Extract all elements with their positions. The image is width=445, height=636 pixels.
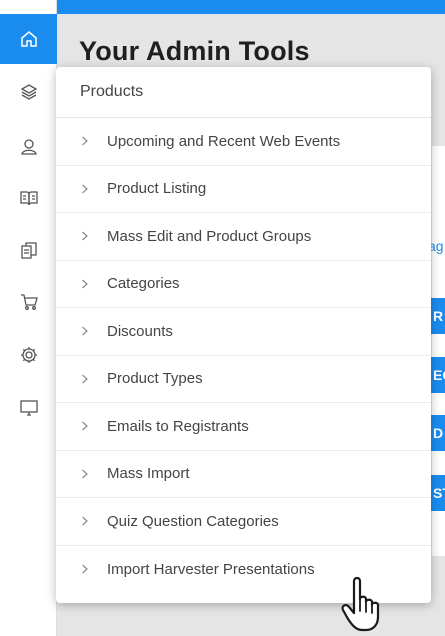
chevron-right-icon [81,326,107,336]
sidebar-item-products[interactable] [0,67,57,117]
products-menu-panel: Products Upcoming and Recent Web Events P… [56,67,431,603]
menu-item-label: Product Listing [107,180,207,198]
top-bar [0,0,445,14]
menu-item[interactable]: Product Types [56,356,431,403]
chevron-right-icon [81,421,107,431]
gear-icon [20,347,37,363]
page-title: Your Admin Tools [79,36,310,66]
sidebar-item-documents[interactable] [0,226,57,276]
menu-item-label: Categories [107,275,180,293]
sidebar-item-settings[interactable] [0,330,57,380]
chevron-right-icon [81,231,107,241]
menu-item[interactable]: Discounts [56,308,431,356]
chevron-right-icon [81,564,107,574]
menu-item-label: Emails to Registrants [107,417,249,435]
monitor-icon [19,400,38,416]
menu-item[interactable]: Categories [56,261,431,308]
chevron-right-icon [81,374,107,384]
menu-item[interactable]: Upcoming and Recent Web Events [56,118,431,166]
sidebar-item-orders[interactable] [0,277,57,327]
menu-item-label: Quiz Question Categories [107,512,279,530]
home-icon [20,31,37,47]
menu-item[interactable]: Mass Edit and Product Groups [56,213,431,261]
chevron-right-icon [81,136,107,146]
background-button-4[interactable]: ST [430,475,445,511]
sidebar-item-users[interactable] [0,122,57,172]
chevron-right-icon [81,469,107,479]
menu-item-label: Mass Import [107,465,190,483]
background-button-1[interactable]: R [430,298,445,334]
copy-icon [20,242,37,259]
cart-icon [20,294,38,310]
menu-item[interactable]: Quiz Question Categories [56,498,431,546]
chevron-right-icon [81,279,107,289]
menu-item-label: Mass Edit and Product Groups [107,227,312,245]
book-icon [19,191,38,206]
menu-item-label: Import Harvester Presentations [107,560,315,578]
background-button-3[interactable]: D F [430,415,445,451]
chevron-right-icon [81,184,107,194]
background-button-2[interactable]: EC [430,357,445,393]
menu-item[interactable]: Mass Import [56,451,431,498]
chevron-right-icon [81,516,107,526]
menu-list: Upcoming and Recent Web Events Product Li… [56,118,431,593]
user-icon [20,139,37,155]
menu-header: Products [56,67,431,118]
sidebar-item-content[interactable] [0,173,57,223]
sidebar-item-home[interactable] [0,14,57,64]
menu-item-label: Discounts [107,322,173,340]
sidebar-item-display[interactable] [0,383,57,433]
menu-item-label: Product Types [107,370,203,388]
menu-item[interactable]: Emails to Registrants [56,403,431,451]
layers-icon [20,84,37,100]
menu-item-label: Upcoming and Recent Web Events [107,132,341,150]
menu-item[interactable]: Product Listing [56,166,431,213]
hand-pointer-icon [341,576,380,632]
sidebar [0,0,57,636]
